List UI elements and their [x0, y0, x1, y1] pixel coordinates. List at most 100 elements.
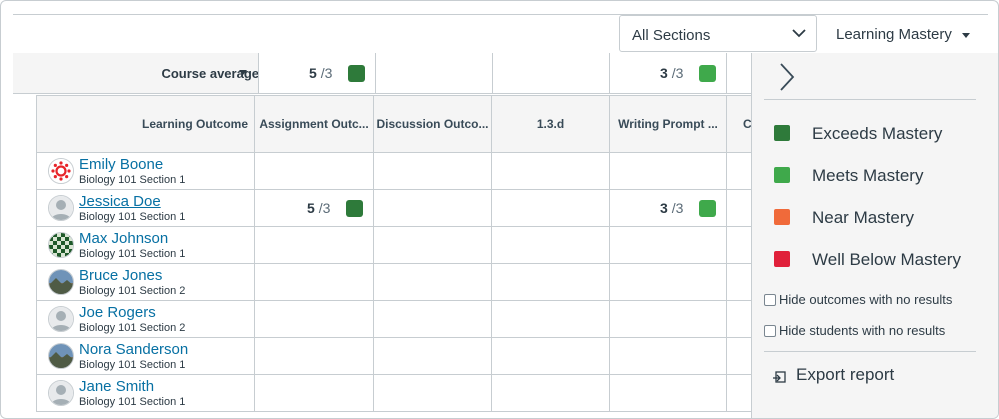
checkbox-label: Hide students with no results [779, 323, 946, 338]
outcome-score-cell[interactable] [254, 264, 373, 300]
outcome-score-cell[interactable] [491, 227, 609, 263]
outcome-score-cell[interactable] [609, 264, 726, 300]
avatar[interactable] [48, 195, 74, 221]
student-cell: Emily Boone Biology 101 Section 1 [36, 153, 254, 189]
caret-down-icon[interactable] [239, 70, 247, 76]
student-name-link[interactable]: Joe Rogers [79, 304, 156, 321]
export-icon [773, 371, 786, 383]
outcome-score-cell[interactable] [609, 338, 726, 374]
outcome-score-cell[interactable] [254, 153, 373, 189]
legend-label: Well Below Mastery [812, 250, 961, 269]
outcome-score-cell[interactable] [726, 338, 751, 374]
outcome-score-cell[interactable] [726, 264, 751, 300]
gradebook-switcher-menu[interactable]: Learning Mastery [836, 26, 970, 43]
student-name-link[interactable]: Emily Boone [79, 156, 163, 173]
landscape-photo-icon [49, 344, 73, 368]
outcome-score-cell[interactable] [491, 375, 609, 411]
student-section: Biology 101 Section 1 [79, 248, 186, 260]
outcome-score-cell[interactable] [491, 301, 609, 337]
student-name-link[interactable]: Nora Sanderson [79, 341, 188, 358]
learning-mastery-gradebook: All Sections Learning Mastery Course ave… [0, 0, 999, 419]
outcome-score-cell[interactable] [373, 301, 491, 337]
outcome-score-cell[interactable] [254, 338, 373, 374]
student-name-link[interactable]: Jane Smith [79, 378, 154, 395]
outcome-score-cell[interactable] [491, 153, 609, 189]
outcome-score-cell[interactable] [491, 190, 609, 226]
outcome-column-header[interactable]: 1.3.d [491, 96, 609, 153]
outcome-score-cell[interactable] [373, 190, 491, 226]
outcome-score-cell[interactable] [373, 338, 491, 374]
table-row: Emily Boone Biology 101 Section 1 [36, 153, 751, 190]
outcome-score-cell[interactable] [254, 375, 373, 411]
outcome-score-cell[interactable] [254, 301, 373, 337]
outcome-score-cell[interactable] [491, 264, 609, 300]
default-avatar-icon [49, 196, 73, 220]
outcome-score-cell[interactable]: 5 /3 [254, 190, 373, 226]
student-name-link[interactable]: Bruce Jones [79, 267, 162, 284]
outcome-score: 3 /3 [660, 65, 684, 81]
outcome-score-cell[interactable] [491, 338, 609, 374]
pattern-photo-icon [49, 233, 73, 257]
outcome-score-cell[interactable] [373, 153, 491, 189]
student-name-link[interactable]: Max Johnson [79, 230, 168, 247]
student-cell: Max Johnson Biology 101 Section 1 [36, 227, 254, 263]
column-header-row: Learning Outcome Assignment Outc... Discu… [36, 95, 751, 153]
outcome-grid: Course average 5 /3 3 /3 Learning Outcom… [13, 53, 751, 418]
mastery-swatch [699, 200, 716, 217]
outcome-score-cell[interactable] [609, 375, 726, 411]
legend-swatch [774, 167, 790, 183]
outcome-score-cell[interactable] [254, 227, 373, 263]
outcome-score-cell[interactable] [726, 227, 751, 263]
outcome-score-cell[interactable] [609, 227, 726, 263]
student-section: Biology 101 Section 1 [79, 211, 186, 223]
course-average-cell [492, 53, 609, 93]
outcome-score-cell[interactable] [373, 264, 491, 300]
panel-divider [764, 99, 976, 100]
student-cell: Jessica Doe Biology 101 Section 1 [36, 190, 254, 226]
avatar[interactable] [48, 232, 74, 258]
legend-label: Near Mastery [812, 208, 915, 227]
outcome-score-cell[interactable] [609, 153, 726, 189]
outcome-score-cell[interactable] [373, 227, 491, 263]
outcome-score-cell[interactable] [726, 375, 751, 411]
outcome-score-cell[interactable] [726, 153, 751, 189]
student-section: Biology 101 Section 1 [79, 359, 186, 371]
outcome-score-cell[interactable] [726, 190, 751, 226]
student-cell: Bruce Jones Biology 101 Section 2 [36, 264, 254, 300]
legend-label: Exceeds Mastery [812, 124, 943, 143]
chevron-right-icon[interactable] [778, 62, 796, 92]
student-name-link[interactable]: Jessica Doe [79, 193, 161, 210]
outcome-score-cell[interactable] [726, 301, 751, 337]
avatar[interactable] [48, 306, 74, 332]
avatar[interactable] [48, 380, 74, 406]
landscape-photo-icon [49, 270, 73, 294]
legend-swatch [774, 209, 790, 225]
avatar[interactable] [48, 158, 74, 184]
course-average-cell: 3 /3 [609, 53, 726, 93]
checkbox[interactable] [764, 294, 776, 306]
checkbox[interactable] [764, 325, 776, 337]
table-row: Bruce Jones Biology 101 Section 2 [36, 264, 751, 301]
course-average-row: Course average 5 /3 3 /3 [13, 53, 751, 94]
section-select[interactable]: All Sections [619, 15, 817, 52]
outcome-score-cell[interactable] [609, 301, 726, 337]
outcome-column-header[interactable]: C [726, 96, 751, 153]
outcome-column-header[interactable]: Writing Prompt ... [609, 96, 726, 153]
outcome-score: 5 /3 [307, 200, 331, 216]
mastery-swatch [346, 200, 363, 217]
learning-outcome-header: Learning Outcome [36, 96, 254, 153]
canvas-logo-icon [49, 159, 73, 183]
outcome-score-cell[interactable]: 3 /3 [609, 190, 726, 226]
outcome-legend-panel: Exceeds Mastery Meets Mastery Near Maste… [751, 53, 998, 418]
avatar[interactable] [48, 343, 74, 369]
outcome-column-header[interactable]: Discussion Outco... [373, 96, 491, 153]
chevron-down-icon [792, 29, 806, 38]
avatar[interactable] [48, 269, 74, 295]
table-row: Jane Smith Biology 101 Section 1 [36, 375, 751, 412]
export-report-label: Export report [796, 365, 895, 384]
course-average-cell [375, 53, 492, 93]
outcome-column-header[interactable]: Assignment Outc... [254, 96, 373, 153]
caret-down-icon [962, 33, 970, 38]
top-divider [13, 14, 988, 15]
outcome-score-cell[interactable] [373, 375, 491, 411]
